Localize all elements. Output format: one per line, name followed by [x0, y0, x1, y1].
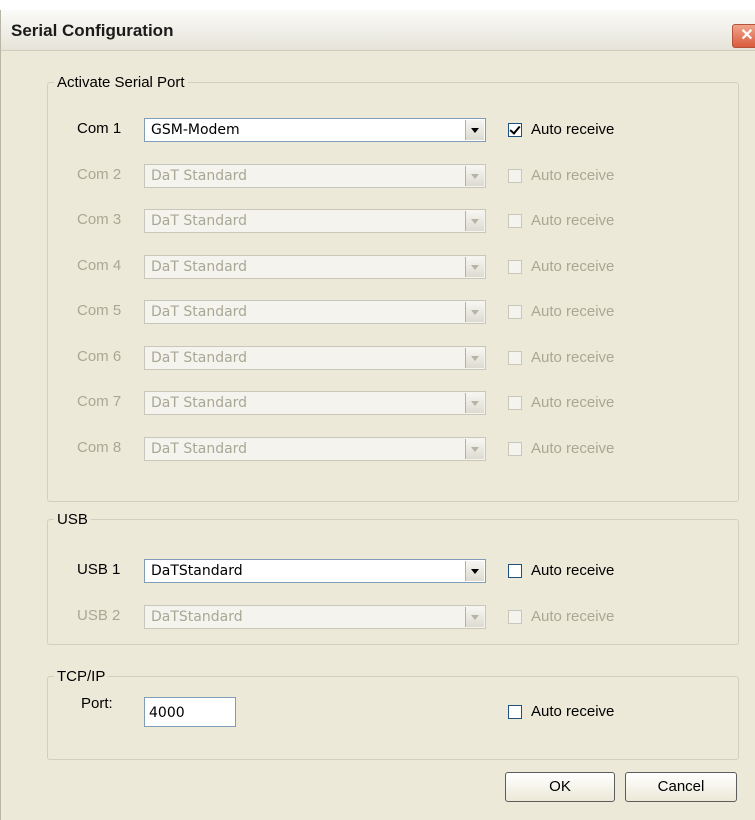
com8-device-value: DaT Standard — [151, 441, 248, 457]
com8-auto-receive-label: Auto receive — [531, 440, 615, 457]
com4-auto-receive-checkbox — [508, 260, 522, 274]
com8-label: Com 8 — [77, 439, 122, 456]
chevron-down-icon — [465, 393, 484, 413]
com5-label: Com 5 — [77, 302, 122, 319]
com4-device-value: DaT Standard — [151, 259, 248, 275]
com3-device-value: DaT Standard — [151, 213, 248, 229]
cancel-button[interactable]: Cancel — [625, 772, 737, 802]
com1-label: Com 1 — [77, 120, 122, 137]
tcp-auto-receive-checkbox[interactable] — [508, 705, 522, 719]
com6-device-value: DaT Standard — [151, 350, 248, 366]
port-label: Port: — [81, 695, 113, 712]
com7-auto-receive-checkbox — [508, 396, 522, 410]
com2-auto-receive-label: Auto receive — [531, 167, 615, 184]
com2-label: Com 2 — [77, 166, 122, 183]
com6-auto-receive-checkbox — [508, 351, 522, 365]
com2-auto-receive-checkbox — [508, 169, 522, 183]
com7-label: Com 7 — [77, 393, 122, 410]
com2-device-value: DaT Standard — [151, 168, 248, 184]
serial-configuration-dialog: Serial Configuration ✕ Activate Serial P… — [0, 10, 755, 820]
com5-device-select: DaT Standard — [144, 300, 486, 324]
chevron-down-icon[interactable] — [465, 120, 484, 140]
chevron-down-icon — [465, 607, 484, 627]
chevron-down-icon — [465, 166, 484, 186]
com1-auto-receive-checkbox[interactable] — [508, 123, 522, 137]
com7-auto-receive-label: Auto receive — [531, 394, 615, 411]
com4-auto-receive-label: Auto receive — [531, 258, 615, 275]
usb-legend: USB — [57, 511, 88, 528]
com3-label: Com 3 — [77, 211, 122, 228]
chevron-down-icon — [465, 348, 484, 368]
serial-port-legend: Activate Serial Port — [57, 74, 185, 91]
com5-device-value: DaT Standard — [151, 304, 248, 320]
com3-auto-receive-checkbox — [508, 214, 522, 228]
chevron-down-icon — [465, 257, 484, 277]
tcpip-legend: TCP/IP — [57, 668, 106, 685]
com5-auto-receive-label: Auto receive — [531, 303, 615, 320]
close-button[interactable]: ✕ — [732, 24, 755, 48]
com1-device-select[interactable]: GSM-Modem — [144, 118, 486, 142]
usb2-auto-receive-label: Auto receive — [531, 608, 615, 625]
com1-auto-receive-label: Auto receive — [531, 121, 615, 138]
com2-device-select: DaT Standard — [144, 164, 486, 188]
usb2-label: USB 2 — [77, 607, 121, 624]
title-bar: Serial Configuration ✕ — [1, 10, 755, 51]
usb1-label: USB 1 — [77, 561, 121, 578]
chevron-down-icon — [465, 211, 484, 231]
usb1-device-select[interactable]: DaTStandard — [144, 559, 486, 583]
com6-auto-receive-label: Auto receive — [531, 349, 615, 366]
port-input[interactable]: 4000 — [144, 697, 236, 727]
chevron-down-icon — [465, 302, 484, 322]
com4-label: Com 4 — [77, 257, 122, 274]
usb2-device-select: DaTStandard — [144, 605, 486, 629]
com8-auto-receive-checkbox — [508, 442, 522, 456]
port-value: 4000 — [149, 705, 185, 721]
tcp-auto-receive-label: Auto receive — [531, 703, 615, 720]
com8-device-select: DaT Standard — [144, 437, 486, 461]
com1-device-value: GSM-Modem — [151, 122, 240, 138]
usb1-auto-receive-checkbox[interactable] — [508, 564, 522, 578]
usb2-auto-receive-checkbox — [508, 610, 522, 624]
ok-button[interactable]: OK — [505, 772, 615, 802]
com4-device-select: DaT Standard — [144, 255, 486, 279]
com7-device-select: DaT Standard — [144, 391, 486, 415]
usb1-device-value: DaTStandard — [151, 563, 243, 579]
usb2-device-value: DaTStandard — [151, 609, 243, 625]
dialog-title: Serial Configuration — [11, 21, 174, 40]
close-icon: ✕ — [740, 27, 754, 44]
chevron-down-icon[interactable] — [465, 561, 484, 581]
chevron-down-icon — [465, 439, 484, 459]
com3-device-select: DaT Standard — [144, 209, 486, 233]
com6-label: Com 6 — [77, 348, 122, 365]
com3-auto-receive-label: Auto receive — [531, 212, 615, 229]
com6-device-select: DaT Standard — [144, 346, 486, 370]
checkmark-icon — [509, 123, 521, 135]
com7-device-value: DaT Standard — [151, 395, 248, 411]
usb1-auto-receive-label: Auto receive — [531, 562, 615, 579]
com5-auto-receive-checkbox — [508, 305, 522, 319]
